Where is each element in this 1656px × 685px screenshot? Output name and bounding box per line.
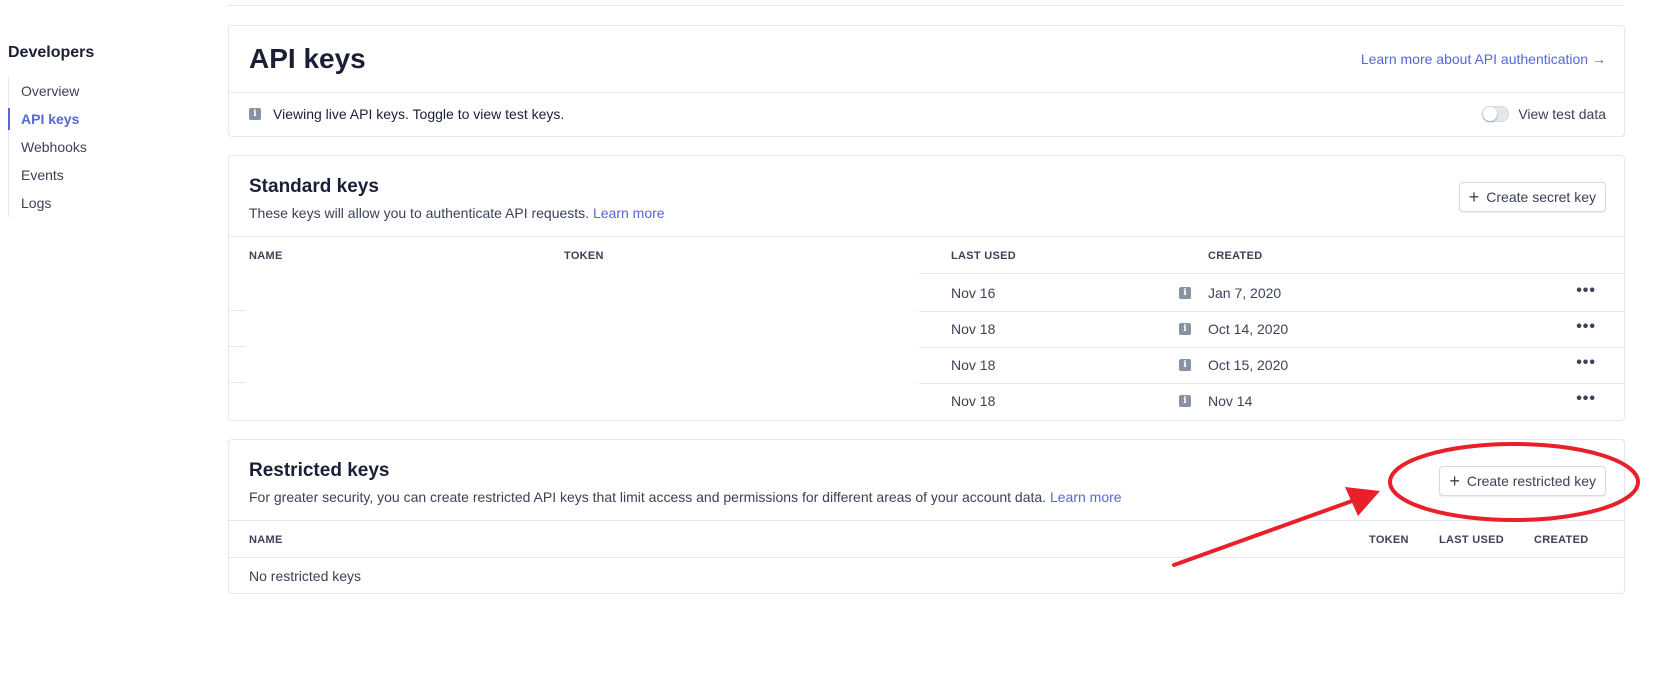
standard-keys-learn-more-link[interactable]: Learn more: [593, 205, 665, 221]
restricted-keys-learn-more-link[interactable]: Learn more: [1050, 489, 1122, 505]
create-restricted-key-button[interactable]: + Create restricted key: [1439, 466, 1606, 496]
restricted-keys-table-header: NAME TOKEN LAST USED CREATED: [229, 521, 1624, 557]
sidebar: Developers Overview API keys Webhooks Ev…: [8, 44, 208, 217]
standard-keys-table: NAME TOKEN LAST USED CREATED Nov 16 i Ja…: [229, 237, 1624, 421]
standard-keys-description: These keys will allow you to authenticat…: [249, 205, 665, 221]
created-cell: Oct 14, 2020: [1208, 321, 1289, 337]
info-icon: i: [249, 108, 261, 120]
table-row[interactable]: Nov 16 i Jan 7, 2020 •••: [229, 273, 1624, 311]
standard-keys-header: Standard keys These keys will allow you …: [229, 156, 1624, 236]
learn-api-auth-link[interactable]: Learn more about API authentication →: [1361, 51, 1606, 67]
sidebar-item-events[interactable]: Events: [9, 161, 208, 189]
last-used-cell: Nov 18: [951, 321, 996, 337]
sidebar-item-webhooks[interactable]: Webhooks: [9, 133, 208, 161]
restricted-keys-desc-text: For greater security, you can create res…: [249, 489, 1047, 505]
column-header-name: NAME: [249, 250, 283, 262]
plus-icon: +: [1449, 471, 1460, 491]
page-title: API keys: [249, 43, 366, 74]
table-row[interactable]: Nov 18 i Oct 15, 2020 •••: [229, 347, 1624, 383]
sidebar-nav: Overview API keys Webhooks Events Logs: [8, 77, 208, 217]
toggle-label: View test data: [1518, 106, 1606, 122]
sidebar-item-overview[interactable]: Overview: [9, 77, 208, 105]
column-header-created: CREATED: [1208, 250, 1263, 262]
column-header-last-used: LAST USED: [1439, 534, 1505, 546]
notice-text: Viewing live API keys. Toggle to view te…: [273, 106, 565, 122]
info-icon[interactable]: i: [1179, 323, 1191, 335]
view-test-data-toggle[interactable]: [1482, 106, 1510, 122]
api-keys-header-card: API keys Learn more about API authentica…: [228, 25, 1625, 137]
restricted-keys-empty-row: No restricted keys: [229, 558, 1624, 594]
column-header-name: NAME: [249, 534, 283, 546]
test-data-toggle-group: View test data: [1482, 106, 1606, 122]
restricted-keys-header: Restricted keys For greater security, yo…: [229, 440, 1624, 520]
create-secret-key-button[interactable]: + Create secret key: [1458, 182, 1606, 212]
empty-state-text: No restricted keys: [249, 568, 362, 584]
info-icon[interactable]: i: [1179, 287, 1191, 299]
more-horizontal-icon[interactable]: •••: [1576, 390, 1596, 408]
last-used-cell: Nov 18: [951, 357, 996, 373]
created-cell: Jan 7, 2020: [1208, 285, 1282, 301]
row-blank-region: [229, 273, 919, 274]
standard-keys-desc-text: These keys will allow you to authenticat…: [249, 205, 590, 221]
column-header-token: TOKEN: [564, 250, 604, 262]
column-header-last-used: LAST USED: [951, 250, 1017, 262]
standard-keys-card: Standard keys These keys will allow you …: [228, 155, 1625, 421]
toggle-knob: [1483, 107, 1498, 121]
create-restricted-key-label: Create restricted key: [1466, 473, 1596, 489]
page-header: API keys Learn more about API authentica…: [229, 26, 1624, 92]
table-row[interactable]: Nov 18 i Oct 14, 2020 •••: [229, 311, 1624, 347]
more-horizontal-icon[interactable]: •••: [1576, 282, 1596, 300]
standard-keys-title: Standard keys: [249, 176, 379, 197]
plus-icon: +: [1468, 187, 1480, 207]
more-horizontal-icon[interactable]: •••: [1576, 354, 1596, 372]
create-secret-key-label: Create secret key: [1486, 189, 1596, 205]
last-used-cell: Nov 16: [951, 285, 996, 301]
last-used-cell: Nov 18: [951, 393, 996, 409]
restricted-keys-title: Restricted keys: [249, 460, 390, 481]
row-divider: [919, 383, 1624, 384]
top-divider: [228, 5, 1624, 6]
column-header-created: CREATED: [1534, 534, 1589, 546]
restricted-keys-card: Restricted keys For greater security, yo…: [228, 439, 1625, 594]
table-row[interactable]: Nov 18 i Nov 14 •••: [229, 383, 1624, 420]
created-cell: Nov 14: [1208, 393, 1253, 409]
row-divider: [919, 347, 1624, 348]
sidebar-title: Developers: [8, 44, 95, 61]
created-cell: Oct 15, 2020: [1208, 357, 1289, 373]
restricted-keys-description: For greater security, you can create res…: [249, 489, 1122, 505]
column-header-token: TOKEN: [1369, 534, 1409, 546]
info-icon[interactable]: i: [1179, 395, 1191, 407]
row-divider: [919, 311, 1624, 312]
info-icon[interactable]: i: [1179, 359, 1191, 371]
live-mode-notice: i Viewing live API keys. Toggle to view …: [229, 93, 1624, 137]
standard-keys-table-header: NAME TOKEN LAST USED CREATED: [229, 237, 1624, 273]
sidebar-item-api-keys[interactable]: API keys: [8, 105, 208, 133]
sidebar-item-logs[interactable]: Logs: [9, 189, 208, 217]
page: Developers Overview API keys Webhooks Ev…: [0, 0, 1656, 685]
more-horizontal-icon[interactable]: •••: [1576, 318, 1596, 336]
